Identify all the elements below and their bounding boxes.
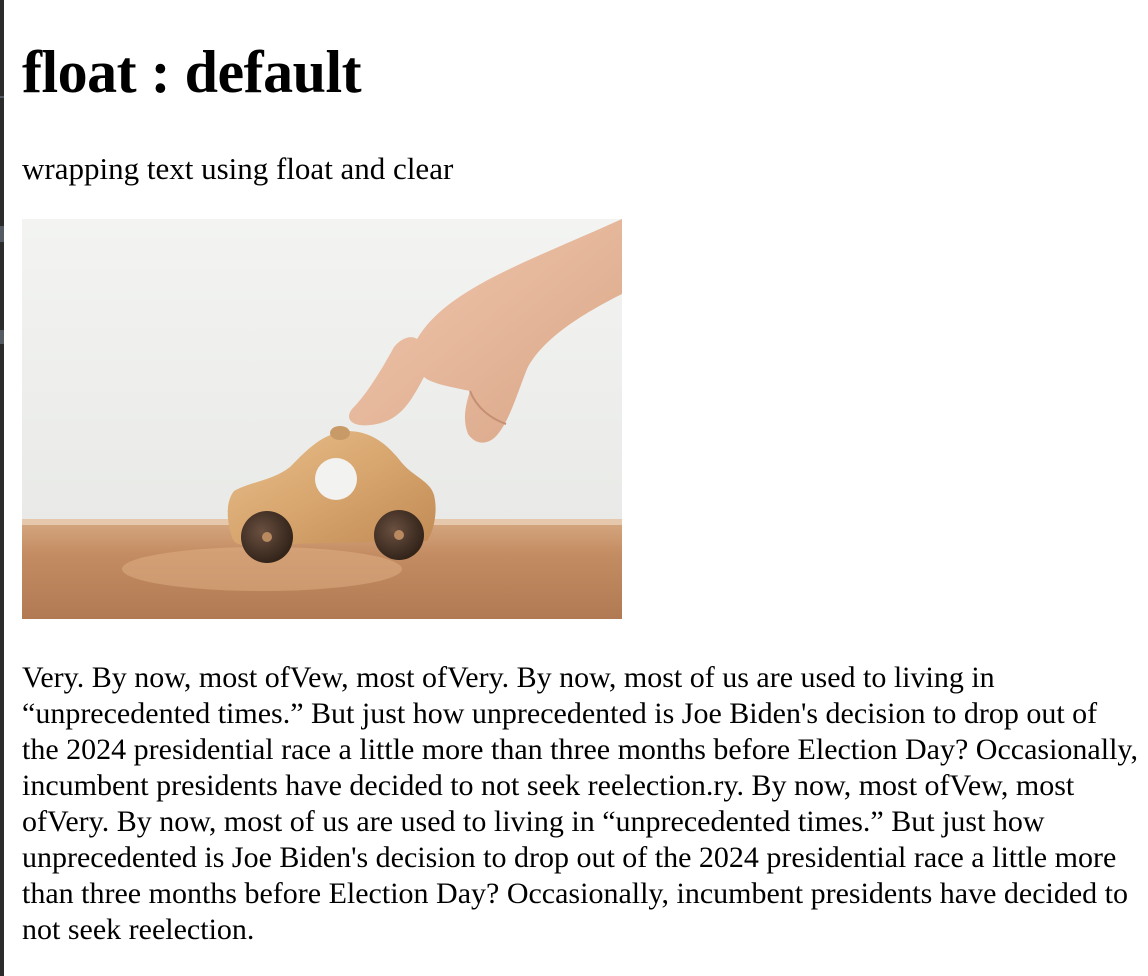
editor-edge-mark bbox=[0, 226, 4, 242]
toy-car-photo bbox=[22, 219, 622, 619]
editor-edge-mark bbox=[0, 330, 4, 344]
editor-edge-mark bbox=[0, 96, 4, 98]
page-title: float : default bbox=[22, 39, 362, 105]
body-paragraph: Very. By now, most ofVew, most ofVery. B… bbox=[22, 661, 1138, 946]
editor-window-edge bbox=[0, 0, 4, 976]
page-subtitle: wrapping text using float and clear bbox=[22, 151, 454, 186]
